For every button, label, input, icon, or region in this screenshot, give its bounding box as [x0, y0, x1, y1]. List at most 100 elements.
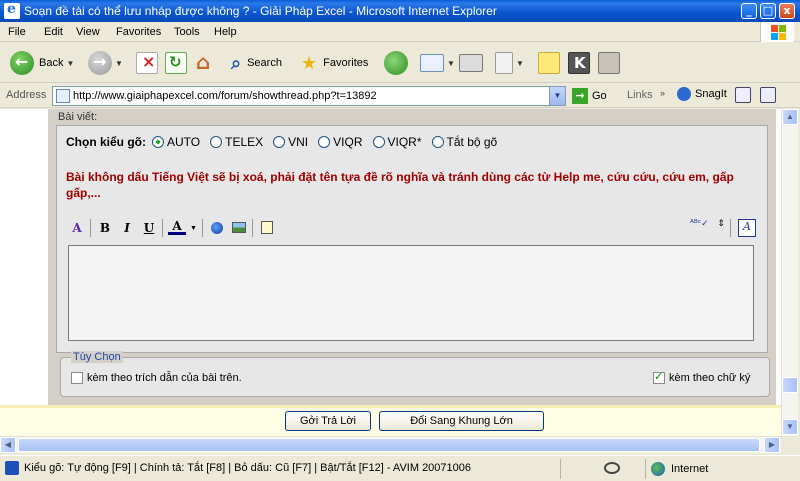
minimize-button[interactable]: _: [741, 3, 757, 19]
radio-vni[interactable]: VNI: [273, 135, 308, 149]
scroll-left-icon[interactable]: ◀: [0, 437, 16, 453]
links-label[interactable]: Links: [627, 89, 653, 101]
message-textarea[interactable]: [68, 245, 754, 341]
dropdown-arrow-icon: ▼: [66, 58, 75, 68]
horizontal-scroll-thumb[interactable]: [18, 438, 760, 452]
menu-file[interactable]: File: [8, 26, 26, 38]
search-label: Search: [247, 57, 282, 69]
submit-reply-button[interactable]: Gởi Trả Lời: [285, 411, 371, 431]
italic-button[interactable]: I: [118, 219, 136, 237]
books-icon: [598, 52, 620, 74]
radio-selected-icon: [152, 136, 164, 148]
menu-bar: File Edit View Favorites Tools Help: [0, 22, 800, 42]
print-button[interactable]: [459, 49, 483, 77]
quote-checkbox-label: kèm theo trích dẫn của bài trên.: [87, 372, 242, 384]
checkbox-icon: [71, 372, 83, 384]
radio-icon: [273, 136, 286, 148]
sticky-note-icon: [538, 52, 560, 74]
divider: [0, 405, 781, 408]
history-icon: [384, 51, 408, 75]
snagit-button[interactable]: SnagIt: [677, 87, 727, 101]
switch-editor-mode-icon[interactable]: A: [738, 219, 756, 237]
capture-icon[interactable]: [735, 87, 751, 103]
stop-icon: ×: [136, 52, 158, 74]
switch-advanced-editor-button[interactable]: Đổi Sang Khung Lớn: [379, 411, 544, 431]
radio-label: VIQR: [333, 135, 363, 149]
resize-icon[interactable]: ⇕: [712, 219, 730, 237]
input-method-selector: Chọn kiểu gõ: AUTO TELEX VNI VIQR VIQR* …: [66, 135, 507, 149]
dropdown-arrow-icon: ▼: [447, 58, 455, 68]
stop-button[interactable]: ×: [136, 49, 158, 77]
title-bar: Soạn đề tài có thể lưu nháp được không ?…: [0, 0, 800, 22]
address-bar: Address http://www.giaiphapexcel.com/for…: [0, 84, 800, 108]
remove-format-icon[interactable]: A: [68, 219, 86, 237]
mail-button[interactable]: ▼: [420, 49, 455, 77]
input-method-label: Chọn kiểu gõ:: [66, 135, 146, 149]
spellcheck-icon[interactable]: ᴬᴮᶜ✓: [690, 219, 709, 237]
menu-help[interactable]: Help: [214, 26, 237, 38]
snagit-icon: [677, 87, 691, 101]
radio-off[interactable]: Tắt bộ gõ: [431, 135, 497, 149]
quote-checkbox[interactable]: kèm theo trích dẫn của bài trên.: [71, 372, 242, 384]
maximize-button[interactable]: □: [760, 3, 776, 19]
address-dropdown-icon[interactable]: ▼: [549, 87, 565, 105]
refresh-button[interactable]: ↻: [165, 49, 187, 77]
status-divider: [560, 459, 561, 479]
note-button[interactable]: [538, 49, 560, 77]
chevron-icon[interactable]: »: [660, 88, 665, 98]
back-arrow-icon: [10, 51, 34, 75]
dropdown-arrow-icon[interactable]: ▼: [190, 225, 197, 232]
scroll-up-icon[interactable]: ▲: [782, 109, 798, 125]
radio-icon: [318, 136, 331, 148]
font-color-button[interactable]: A: [168, 219, 186, 235]
privacy-eye-icon[interactable]: [604, 462, 620, 474]
status-text: Kiểu gõ: Tự động [F9] | Chính tả: Tắt [F…: [24, 462, 472, 474]
k-button[interactable]: K: [568, 49, 590, 77]
capture-window-icon[interactable]: [760, 87, 776, 103]
radio-viqr-star[interactable]: VIQR*: [372, 135, 422, 149]
radio-telex[interactable]: TELEX: [210, 135, 263, 149]
radio-auto[interactable]: AUTO: [152, 135, 200, 149]
search-button[interactable]: ⌕ Search: [231, 49, 282, 77]
radio-viqr[interactable]: VIQR: [318, 135, 363, 149]
address-url: http://www.giaiphapexcel.com/forum/showt…: [73, 90, 377, 102]
underline-button[interactable]: U: [140, 219, 158, 237]
checkbox-checked-icon: [653, 370, 665, 384]
quote-icon[interactable]: [258, 219, 276, 237]
close-button[interactable]: x: [779, 3, 795, 19]
insert-link-icon[interactable]: [208, 219, 226, 237]
horizontal-scrollbar[interactable]: ◀ ▶: [0, 436, 781, 453]
forward-button[interactable]: ▼: [88, 49, 123, 77]
address-input[interactable]: http://www.giaiphapexcel.com/forum/showt…: [52, 86, 566, 106]
go-button[interactable]: → Go: [572, 87, 607, 105]
format-toolbar: A B I U A ▼ ᴬᴮᶜ✓ ⇕ A: [66, 217, 758, 241]
address-label: Address: [6, 89, 47, 101]
menu-tools[interactable]: Tools: [174, 26, 200, 38]
options-fieldset: Tùy Chọn kèm theo trích dẫn của bài trên…: [60, 351, 770, 397]
scroll-down-icon[interactable]: ▼: [782, 419, 798, 435]
research-button[interactable]: [598, 49, 620, 77]
menu-favorites[interactable]: Favorites: [116, 26, 161, 38]
printer-icon: [459, 54, 483, 72]
dropdown-arrow-icon: ▼: [115, 58, 123, 68]
menu-edit[interactable]: Edit: [44, 26, 63, 38]
bold-button[interactable]: B: [96, 219, 114, 237]
status-bar: Kiểu gõ: Tự động [F9] | Chính tả: Tắt [F…: [0, 455, 800, 481]
favorites-button[interactable]: ★ Favorites: [301, 49, 368, 77]
home-button[interactable]: ⌂: [195, 49, 217, 77]
toolbar-separator: [90, 219, 91, 237]
search-icon: ⌕: [231, 52, 242, 74]
radio-icon: [210, 136, 223, 148]
vertical-scrollbar[interactable]: ▲ ▼: [781, 109, 798, 436]
menu-view[interactable]: View: [76, 26, 100, 38]
edit-button[interactable]: ▼: [495, 49, 524, 77]
scroll-right-icon[interactable]: ▶: [764, 437, 780, 453]
history-button[interactable]: [384, 49, 408, 77]
word-doc-icon: [495, 52, 513, 74]
insert-image-icon[interactable]: [230, 219, 248, 237]
vertical-scroll-thumb[interactable]: [782, 377, 798, 393]
signature-checkbox[interactable]: kèm theo chữ ký: [653, 370, 750, 384]
standard-toolbar: Back ▼ ▼ × ↻ ⌂ ⌕ Search ★ Favor: [0, 43, 800, 83]
radio-label: TELEX: [225, 135, 264, 149]
back-button[interactable]: Back ▼: [10, 49, 74, 77]
